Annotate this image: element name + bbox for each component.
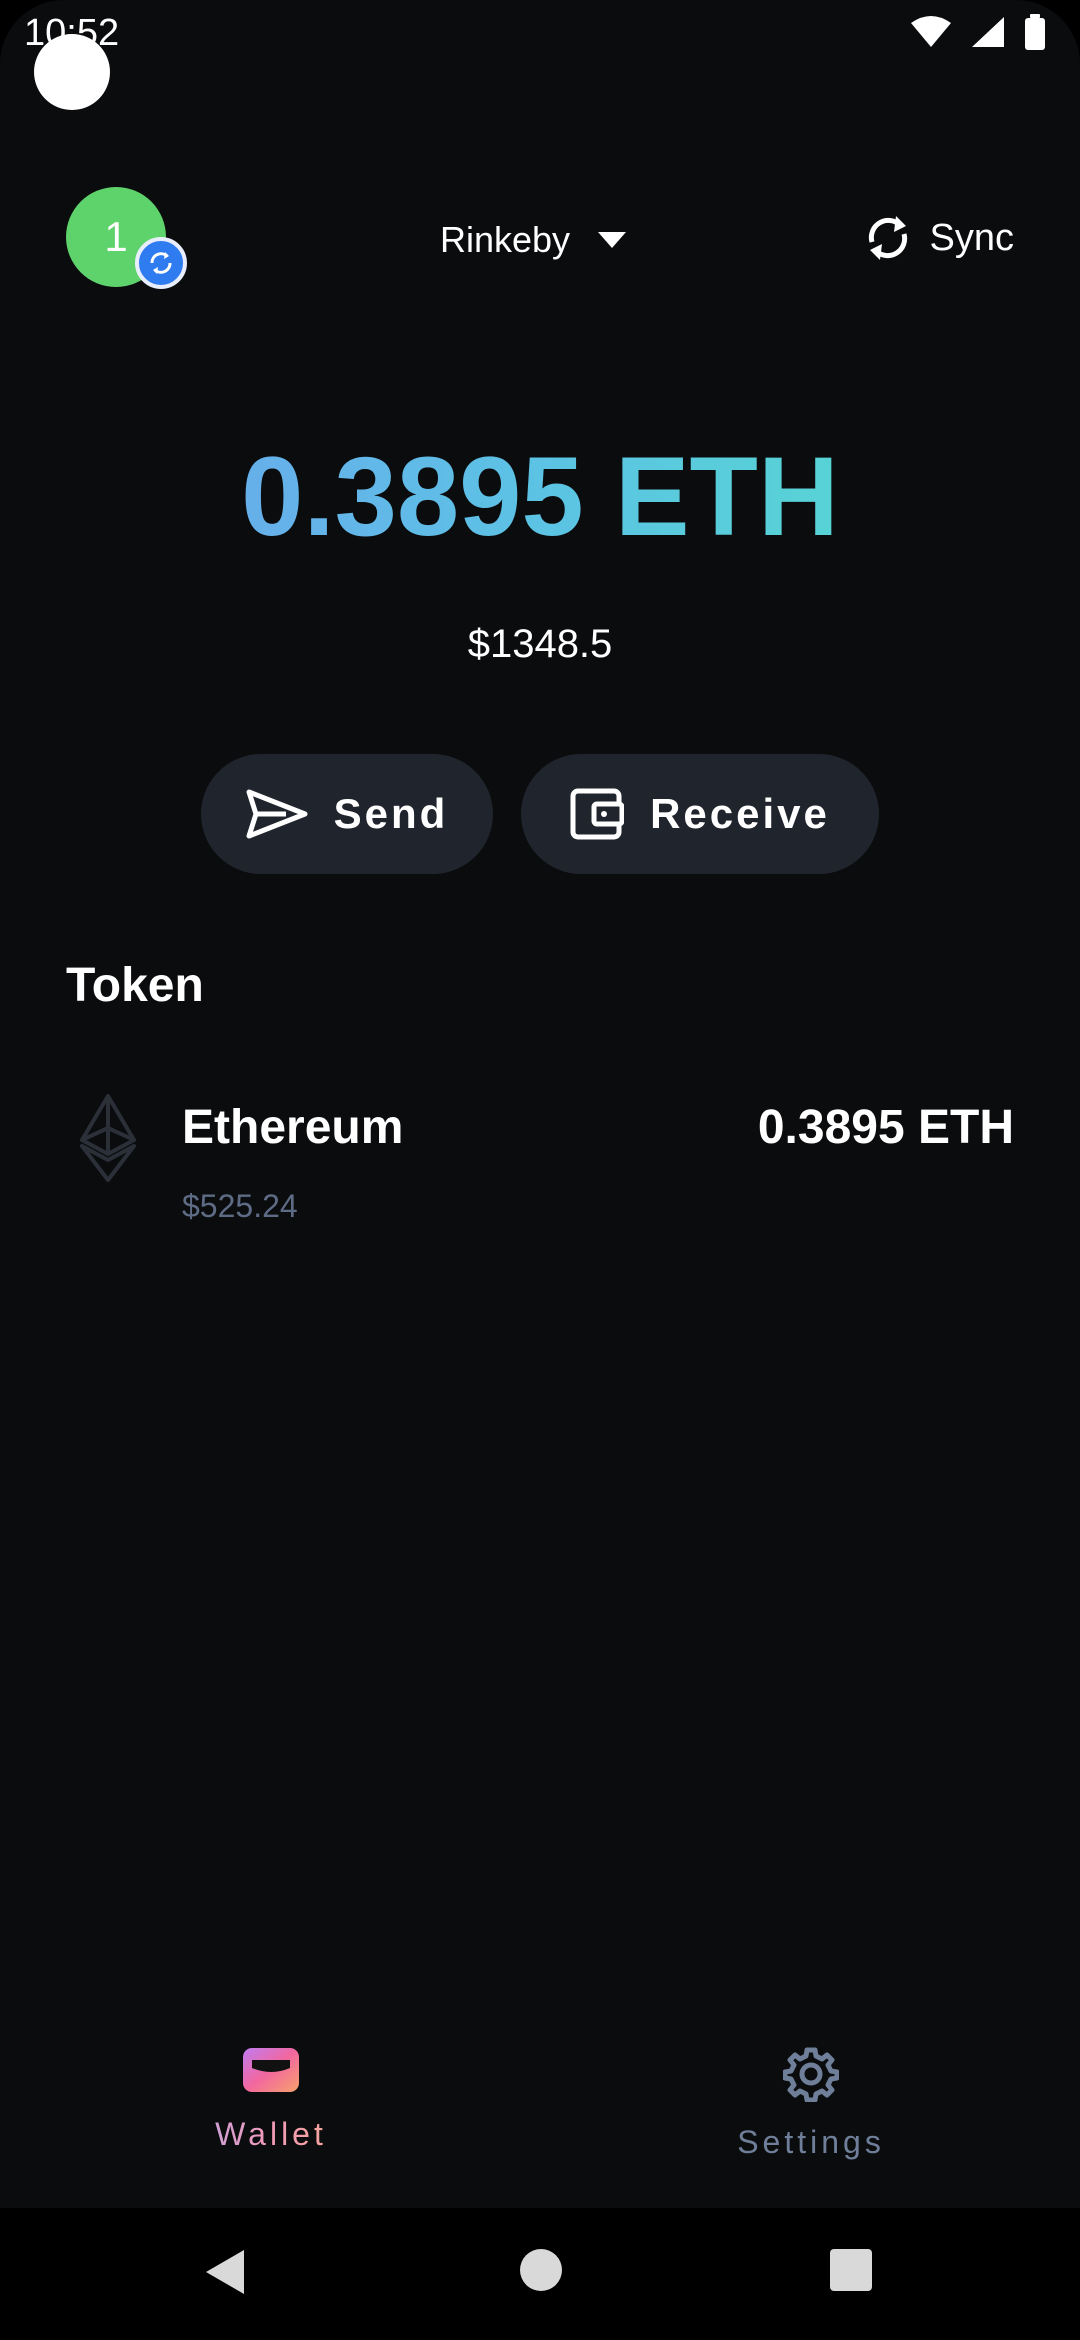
gear-icon [783,2047,839,2102]
nav-settings-label: Settings [737,2124,885,2160]
token-section-title: Token [66,959,204,1012]
wallet-icon [243,2048,299,2092]
token-usd-value: $525.24 [182,1188,298,1224]
token-row-ethereum[interactable]: Ethereum $525.24 0.3895 ETH [66,1090,1014,1240]
sync-badge-icon [135,237,187,289]
receive-label: Receive [650,790,830,837]
nav-wallet-label: Wallet [151,2116,391,2153]
sync-label: Sync [929,216,1014,259]
chevron-down-icon [598,232,627,248]
token-name: Ethereum [182,1101,404,1154]
send-button[interactable]: Send [201,754,493,874]
sync-button[interactable]: Sync [862,206,1014,270]
wallet-screen: 10:52 1 Rinkeby Sync 0.3895 ETH $1348.5 … [0,0,1080,2340]
avatar-number: 1 [104,213,128,260]
usd-balance: $1348.5 [467,622,613,666]
send-label: Send [333,790,449,837]
nav-wallet[interactable]: Wallet [151,2046,391,2153]
back-icon[interactable] [204,2248,246,2296]
signal-icon [972,17,1004,47]
status-icons [910,14,1046,50]
eth-balance: 0.3895 ETH [0,432,1080,561]
network-selector[interactable]: Rinkeby [440,212,627,268]
nav-settings[interactable]: Settings [691,2046,931,2161]
system-nav-bar [0,2208,1080,2340]
token-amount: 0.3895 ETH [757,1101,1014,1154]
battery-icon [1025,14,1045,50]
network-label: Rinkeby [440,219,571,260]
wifi-icon [911,16,951,47]
wallet-outline-icon [570,788,625,840]
camera-cutout [34,34,110,110]
receive-button[interactable]: Receive [521,754,879,874]
send-icon [246,789,308,839]
recents-icon[interactable] [829,2248,873,2292]
ethereum-icon [80,1094,136,1182]
sync-icon [868,216,907,260]
home-icon[interactable] [519,2248,563,2292]
